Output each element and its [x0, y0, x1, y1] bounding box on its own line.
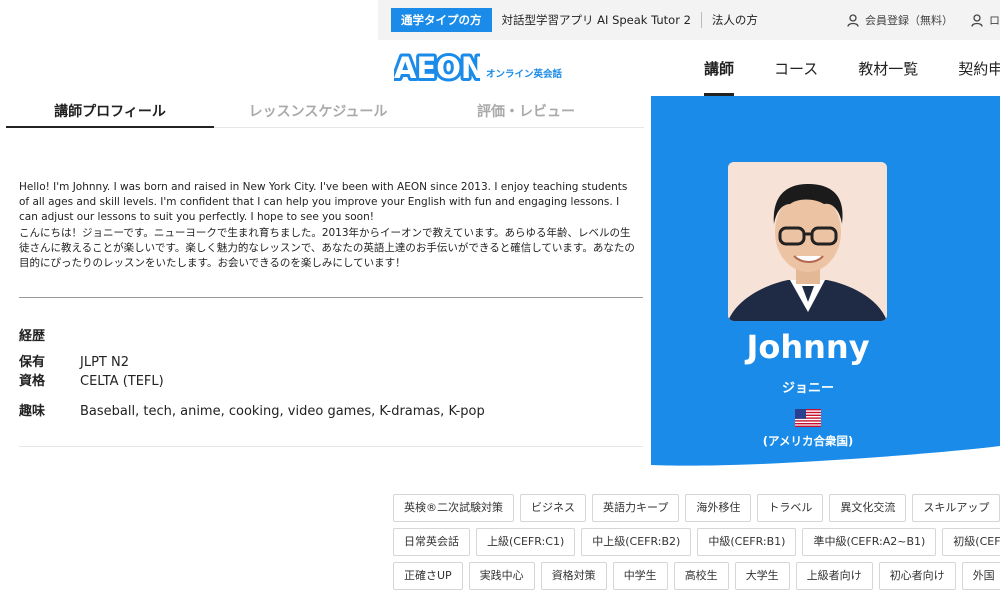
- tag-chip[interactable]: 初心者向け: [878, 562, 956, 590]
- logo-subtitle: オンライン英会話: [486, 69, 563, 80]
- teacher-name-english: Johnny: [746, 328, 870, 366]
- tag-chip[interactable]: 中学生: [612, 562, 668, 590]
- nav-teachers[interactable]: 講師: [704, 40, 735, 96]
- tag-chip[interactable]: 高校生: [673, 562, 729, 590]
- us-flag-icon: [795, 409, 821, 427]
- intro-japanese: こんにちは！ジョニーです。ニューヨークで生まれ育ちました。2013年からイーオン…: [19, 226, 635, 270]
- tag-chip[interactable]: 初級(CEFR:A2): [942, 528, 1000, 556]
- qualification-label-2: 資格: [19, 374, 46, 389]
- teacher-photo: [728, 162, 887, 321]
- teacher-introduction: Hello! I'm Johnny. I was born and raised…: [19, 180, 639, 271]
- site-header: AEON AEON オンライン英会話 講師 コース 教材一覧 契約申込: [378, 40, 1000, 96]
- teacher-tags: 英検®二次試験対策 ビジネス 英語力キープ 海外移住 トラベル 異文化交流 スキルアップ 日…: [393, 494, 1000, 596]
- tag-chip[interactable]: 資格対策: [540, 562, 607, 590]
- tag-chip[interactable]: 上級(CEFR:C1): [476, 528, 576, 556]
- tag-row-1: 英検®二次試験対策 ビジネス 英語力キープ 海外移住 トラベル 異文化交流 スキルアップ: [393, 494, 1000, 522]
- login-label: ロ: [989, 14, 1000, 27]
- teacher-portrait: [728, 162, 887, 321]
- topbar-link-ai-app[interactable]: 対話型学習アプリ AI Speak Tutor 2: [492, 8, 701, 32]
- tag-chip[interactable]: 中上級(CEFR:B2): [581, 528, 692, 556]
- teacher-profile-card: Johnny ジョニー (アメリカ合衆国): [651, 96, 1000, 474]
- tag-chip[interactable]: 英検®二次試験対策: [393, 494, 514, 522]
- tag-chip[interactable]: 上級者向け: [795, 562, 873, 590]
- teacher-country: (アメリカ合衆国): [762, 434, 854, 448]
- tag-chip[interactable]: 正確さUP: [393, 562, 463, 590]
- nav-materials[interactable]: 教材一覧: [858, 40, 918, 96]
- main-nav: 講師 コース 教材一覧 契約申込: [704, 40, 1000, 96]
- bottom-divider: [19, 446, 643, 447]
- hobby-label: 趣味: [19, 404, 46, 419]
- hobby-row: 趣味 Baseball, tech, anime, cooking, video…: [19, 403, 485, 421]
- nav-contract[interactable]: 契約申込: [958, 40, 1000, 96]
- profile-tabs: 講師プロフィール レッスンスケジュール 評価・レビュー: [6, 96, 644, 128]
- user-icon: [971, 14, 983, 27]
- aeon-logo-mark: AEON AEON: [394, 52, 480, 82]
- user-icon: [847, 14, 859, 27]
- intro-english: Hello! I'm Johnny. I was born and raised…: [19, 181, 628, 224]
- tag-chip[interactable]: ビジネス: [520, 494, 586, 522]
- teacher-name-japanese: ジョニー: [781, 381, 834, 396]
- tag-chip[interactable]: 異文化交流: [829, 494, 907, 522]
- qualification-row-2: 資格 CELTA (TEFL): [19, 373, 164, 391]
- qualification-label-1: 保有: [19, 355, 46, 370]
- tag-row-3: 正確さUP 実践中心 資格対策 中学生 高校生 大学生 上級者向け 初心者向け 外国: [393, 562, 1000, 590]
- career-title: 経歴: [19, 329, 46, 344]
- hobby-value: Baseball, tech, anime, cooking, video ga…: [80, 404, 485, 419]
- qualification-value-1: JLPT N2: [80, 355, 129, 370]
- aeon-logo[interactable]: AEON AEON オンライン英会話: [394, 52, 562, 82]
- topbar-link-corporate[interactable]: 法人の方: [702, 8, 768, 32]
- tag-chip[interactable]: 準中級(CEFR:A2~B1): [802, 528, 937, 556]
- register-link[interactable]: 会員登録（無料）: [847, 12, 953, 28]
- tag-chip[interactable]: 実践中心: [468, 562, 535, 590]
- tab-teacher-profile[interactable]: 講師プロフィール: [6, 96, 214, 128]
- tag-chip[interactable]: 海外移住: [685, 494, 752, 522]
- topbar-link-school[interactable]: 通学タイプの方: [391, 8, 492, 32]
- tag-chip[interactable]: 中級(CEFR:B1): [697, 528, 797, 556]
- tag-chip[interactable]: スキルアップ: [912, 494, 1000, 522]
- qualification-value-2: CELTA (TEFL): [80, 374, 164, 389]
- nav-courses[interactable]: コース: [774, 40, 818, 96]
- account-links: 会員登録（無料） ロ: [847, 0, 1000, 40]
- tag-chip[interactable]: 大学生: [734, 562, 790, 590]
- tag-row-2: 日常英会話 上級(CEFR:C1) 中上級(CEFR:B2) 中級(CEFR:B1) 準…: [393, 528, 1000, 556]
- register-label: 会員登録（無料）: [865, 14, 953, 27]
- logo-text: AEON: [394, 52, 480, 82]
- tab-lesson-schedule[interactable]: レッスンスケジュール: [214, 96, 422, 127]
- utility-bar: 通学タイプの方 対話型学習アプリ AI Speak Tutor 2 法人の方 会…: [378, 0, 1000, 40]
- qualification-row-1: 保有 JLPT N2: [19, 354, 129, 372]
- tab-reviews[interactable]: 評価・レビュー: [422, 96, 630, 127]
- tag-chip[interactable]: 英語力キープ: [592, 494, 680, 522]
- tag-chip[interactable]: 外国: [961, 562, 1000, 590]
- tag-chip[interactable]: 日常英会話: [393, 528, 470, 556]
- tag-chip[interactable]: トラベル: [757, 494, 824, 522]
- login-link[interactable]: ロ: [971, 12, 1000, 28]
- section-divider: [19, 297, 643, 298]
